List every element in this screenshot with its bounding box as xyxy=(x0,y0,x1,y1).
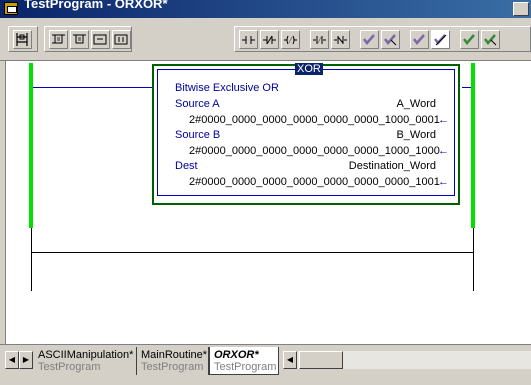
verify-icon[interactable] xyxy=(360,30,379,49)
untest-edits-icon[interactable] xyxy=(431,30,450,49)
branch-icon[interactable] xyxy=(49,30,68,49)
otl-icon[interactable] xyxy=(310,30,329,49)
horizontal-scrollbar[interactable]: ◀ xyxy=(283,351,531,369)
routine-tabs: ◀ ▶ ASCIIManipulation* TestProgram MainR… xyxy=(0,344,531,385)
empty-rung[interactable] xyxy=(31,252,473,253)
toolbar-group-2 xyxy=(44,26,132,52)
dest-tag[interactable]: Destination_Word xyxy=(349,160,436,172)
source-a-value: 2#0000_0000_0000_0000_0000_0000_1000_000… xyxy=(189,114,440,126)
ote-icon[interactable] xyxy=(281,30,300,49)
cancel-edits-icon[interactable] xyxy=(481,30,500,49)
source-b-value: 2#0000_0000_0000_0000_0000_0000_1000_100… xyxy=(189,145,440,157)
ladder-toolbar xyxy=(0,18,531,61)
tab-name: MainRoutine* xyxy=(141,349,208,361)
instruction-mnemonic[interactable]: XOR xyxy=(295,63,323,75)
rung-icon[interactable] xyxy=(13,30,32,49)
xor-instruction[interactable]: XOR Bitwise Exclusive OR Source A A_Word… xyxy=(152,63,460,205)
tab-name: ASCIIManipulation* xyxy=(38,349,134,361)
source-b-arrow-icon: ← xyxy=(438,145,449,157)
rung-wire-left xyxy=(33,87,155,88)
window-titlebar: TestProgram - ORXOR* xyxy=(0,0,531,18)
xio-icon[interactable] xyxy=(260,30,279,49)
rung-wire-right xyxy=(462,87,471,88)
scroll-left-icon[interactable]: ◀ xyxy=(283,351,297,369)
dest-value: 2#0000_0000_0000_0000_0000_0000_0000_100… xyxy=(189,176,440,188)
tab-asciimanipulation[interactable]: ASCIIManipulation* TestProgram xyxy=(34,347,137,375)
source-a-arrow-icon: ← xyxy=(438,114,449,126)
left-rail-line xyxy=(31,228,32,291)
otu-icon[interactable] xyxy=(331,30,350,49)
source-a-label: Source A xyxy=(175,98,220,110)
tab-orxor[interactable]: ORXOR* TestProgram xyxy=(209,347,279,375)
tab-mainroutine[interactable]: MainRoutine* TestProgram xyxy=(137,347,209,375)
tab-program: TestProgram xyxy=(141,361,204,373)
tab-program: TestProgram xyxy=(214,361,277,373)
app-icon xyxy=(4,2,18,15)
assemble-edits-icon[interactable] xyxy=(460,30,479,49)
input-instruction-icon[interactable] xyxy=(91,30,110,49)
instruction-description: Bitwise Exclusive OR xyxy=(175,82,279,94)
scroll-thumb[interactable] xyxy=(299,351,343,369)
tab-scroll-right-icon[interactable]: ▶ xyxy=(19,351,33,369)
dest-arrow-icon: ← xyxy=(438,176,449,188)
dest-label: Dest xyxy=(175,160,198,172)
output-instruction-icon[interactable] xyxy=(112,30,131,49)
xic-icon[interactable] xyxy=(239,30,258,49)
toolbar-group-1 xyxy=(8,26,38,52)
tab-program: TestProgram xyxy=(38,361,101,373)
tab-scroll-left-icon[interactable]: ◀ xyxy=(5,351,19,369)
branch-level-icon[interactable] xyxy=(70,30,89,49)
source-a-tag[interactable]: A_Word xyxy=(396,98,436,110)
source-b-label: Source B xyxy=(175,129,221,141)
test-edits-icon[interactable] xyxy=(410,30,429,49)
right-power-rail xyxy=(471,63,475,228)
window-title: TestProgram - ORXOR* xyxy=(24,0,168,11)
right-rail-line xyxy=(473,228,474,291)
source-b-tag[interactable]: B_Word xyxy=(396,129,436,141)
tab-name: ORXOR* xyxy=(214,349,259,361)
accept-edits-icon[interactable] xyxy=(381,30,400,49)
toolbar-group-3 xyxy=(234,26,531,52)
minimize-button[interactable] xyxy=(513,2,529,16)
